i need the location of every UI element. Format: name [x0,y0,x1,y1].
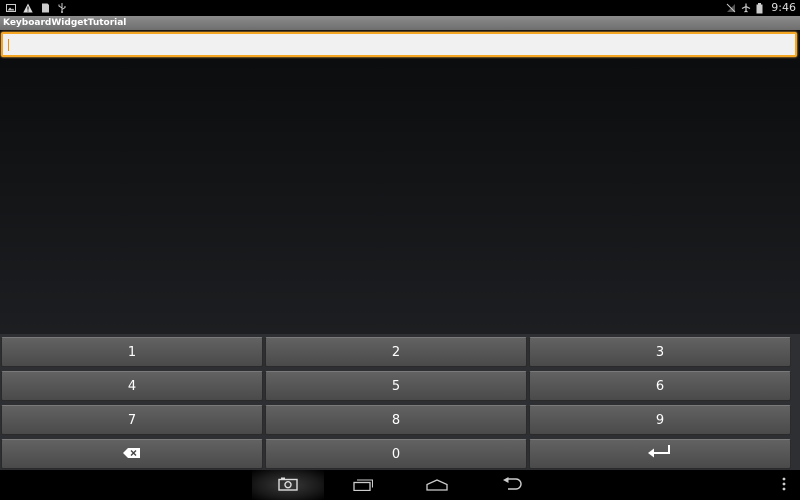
key-label: 4 [127,378,137,394]
content-area [0,30,800,334]
recent-apps-button[interactable] [340,470,386,500]
enter-icon [647,444,673,464]
key-1[interactable]: 1 [1,337,263,367]
title-bar: KeyboardWidgetTutorial [0,16,800,30]
key-label: 2 [391,344,401,360]
overflow-menu-button[interactable] [774,470,794,500]
key-label: 1 [127,344,137,360]
clock: 9:46 [771,1,796,14]
warning-icon [23,3,33,13]
back-icon [502,476,524,495]
key-label: 8 [391,412,401,428]
app-title: KeyboardWidgetTutorial [3,18,127,28]
key-6[interactable]: 6 [529,371,791,401]
key-8[interactable]: 8 [265,405,527,435]
usb-icon [57,3,67,13]
text-cursor [8,39,9,51]
key-0[interactable]: 0 [265,439,527,469]
key-label: 0 [391,446,401,462]
text-input[interactable] [1,32,797,57]
screenshot-button[interactable] [252,470,324,500]
image-icon [6,3,16,13]
key-label: 9 [655,412,665,428]
key-label: 3 [655,344,665,360]
battery-icon [756,3,766,14]
screenshot-icon [278,476,298,495]
enter-key[interactable] [529,439,791,469]
back-button[interactable] [490,470,536,500]
key-2[interactable]: 2 [265,337,527,367]
backspace-icon [123,447,141,462]
key-label: 5 [391,378,401,394]
home-icon [426,476,448,495]
navigation-bar [0,470,800,500]
numeric-keyboard: 1 2 3 4 5 6 7 8 9 0 [0,334,800,470]
key-3[interactable]: 3 [529,337,791,367]
key-label: 7 [127,412,137,428]
key-label: 6 [655,378,665,394]
key-4[interactable]: 4 [1,371,263,401]
no-signal-icon [726,3,736,13]
key-9[interactable]: 9 [529,405,791,435]
status-bar: 9:46 [0,0,800,16]
sd-card-icon [40,3,50,13]
overflow-menu-icon [782,476,786,495]
key-7[interactable]: 7 [1,405,263,435]
home-button[interactable] [414,470,460,500]
key-5[interactable]: 5 [265,371,527,401]
recent-apps-icon [353,476,374,495]
backspace-key[interactable] [1,439,263,469]
airplane-mode-icon [741,3,751,13]
